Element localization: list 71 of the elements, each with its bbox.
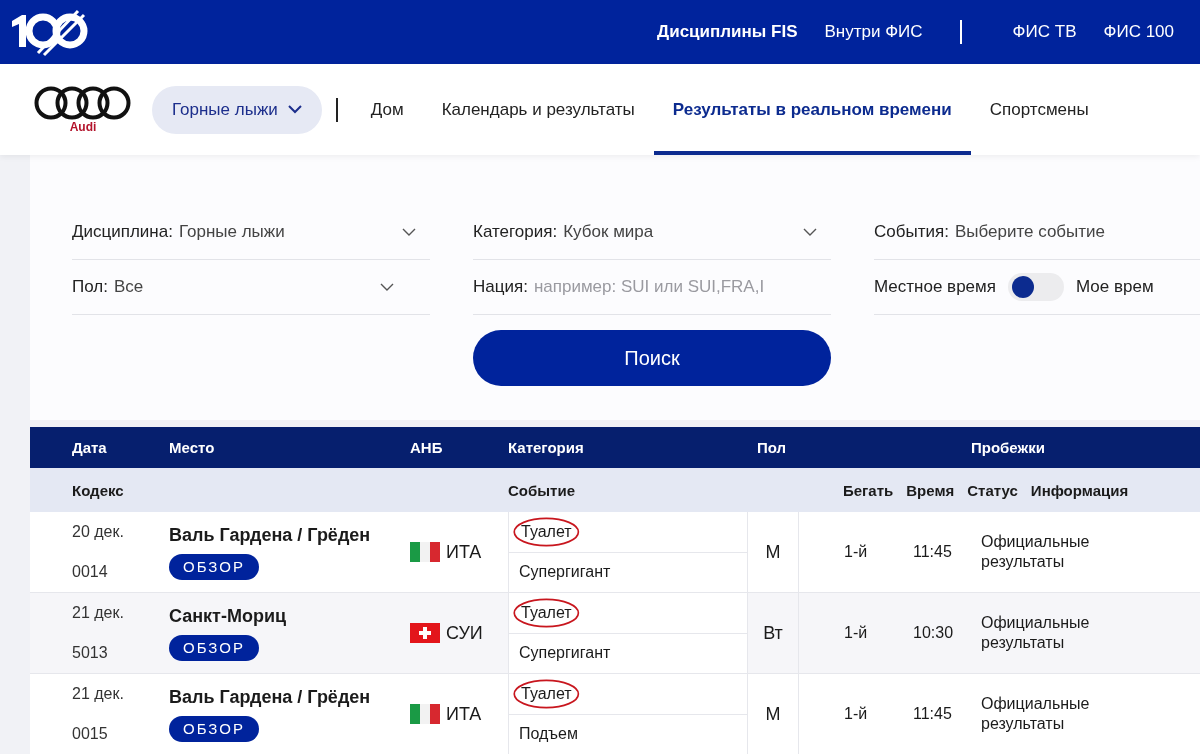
- event-cell: Супергигант: [519, 644, 611, 663]
- discipline-select[interactable]: Дисциплина: Горные лыжи: [72, 205, 430, 260]
- toggle-label: Мое врем: [1075, 277, 1154, 297]
- field-label: Нация:: [473, 277, 528, 297]
- run-cell-text: 1-й: [844, 705, 869, 723]
- column-header: Место: [169, 439, 216, 456]
- run-cell-text: 1-й: [844, 624, 869, 642]
- category-cell: Туалет: [521, 603, 572, 621]
- chevron-down-icon: [402, 228, 416, 236]
- event-cell: Супергигант: [519, 563, 611, 582]
- column-header: Событие: [508, 481, 576, 499]
- flag-icon: [410, 542, 440, 562]
- column-header: Бегать: [843, 481, 894, 499]
- column-header: АНБ: [410, 439, 444, 456]
- events-select[interactable]: События: Выберите событие: [874, 205, 1200, 260]
- top-nav-link[interactable]: Дисциплины FIS: [657, 22, 798, 42]
- time-cell-text: 10:30: [913, 624, 955, 642]
- date-cell-text: 20 дек.: [72, 523, 125, 541]
- nation-code: ИТА: [446, 541, 482, 563]
- section-tab[interactable]: Дом: [351, 64, 423, 155]
- code-cell-text: 5013: [72, 644, 109, 662]
- time-cell-text: 11:45: [913, 543, 953, 561]
- top-nav-link[interactable]: ФИС 100: [1103, 22, 1174, 42]
- time-toggle[interactable]: [1007, 273, 1064, 301]
- place-name: Валь Гардена / Грёден: [169, 524, 372, 546]
- gender-select[interactable]: Пол: Все: [72, 260, 430, 315]
- column-header: Пол: [757, 439, 788, 456]
- gender-cell: М: [765, 703, 781, 725]
- event-cell: Подъем: [519, 725, 578, 744]
- chevron-down-icon: [287, 105, 302, 114]
- flag-icon: [410, 623, 440, 643]
- column-header: Категория: [508, 439, 585, 456]
- chevron-down-icon: [380, 283, 394, 291]
- nation-input-field[interactable]: например: SUI или SUI,FRA,I: [533, 277, 831, 297]
- status-cell: Официальные результаты: [981, 694, 1091, 734]
- place-name: Санкт-Мориц: [169, 605, 288, 627]
- status-cell: Официальные результаты: [981, 532, 1091, 572]
- category-cell: Туалет: [521, 522, 572, 540]
- nation-code: ИТА: [446, 703, 482, 725]
- nation-code: СУИ: [446, 622, 483, 644]
- status-cell: Официальные результаты: [981, 613, 1091, 653]
- column-header: Время: [906, 481, 955, 499]
- overview-button[interactable]: ОБЗОР: [169, 553, 259, 580]
- run-cell-text: 1-й: [844, 543, 869, 561]
- chevron-down-icon: [803, 228, 817, 236]
- column-header: Дата: [72, 439, 108, 456]
- search-button[interactable]: Поиск: [473, 330, 831, 386]
- overview-button[interactable]: ОБЗОР: [169, 715, 259, 742]
- place-name: Валь Гардена / Грёден: [169, 686, 372, 708]
- date-cell-text: 21 дек.: [72, 685, 125, 703]
- sponsor-name: Audi: [69, 119, 97, 134]
- top-nav-link[interactable]: Внутри ФИС: [824, 22, 923, 42]
- flag-icon: [410, 704, 440, 724]
- section-tab[interactable]: Календарь и результаты: [422, 64, 654, 155]
- column-header: Пробежки: [971, 439, 1045, 456]
- date-cell-text: 21 дек.: [72, 604, 125, 622]
- overview-button[interactable]: ОБЗОР: [169, 634, 259, 661]
- code-cell-text: 0014: [72, 563, 109, 581]
- column-header: Статус: [967, 481, 1018, 499]
- section-tab[interactable]: Спортсмены: [970, 64, 1108, 155]
- column-header: Кодекс: [72, 481, 125, 499]
- gender-cell: Вт: [763, 622, 783, 644]
- time-cell-text: 11:45: [913, 705, 953, 723]
- code-cell-text: 0015: [72, 725, 109, 743]
- category-select[interactable]: Категория: Кубок мира: [473, 205, 831, 260]
- gender-cell: М: [765, 541, 781, 563]
- category-cell: Туалет: [521, 684, 572, 702]
- top-nav-link[interactable]: ФИС ТВ: [1012, 22, 1077, 42]
- discipline-dropdown[interactable]: Горные лыжи: [152, 85, 322, 134]
- toggle-label: Местное время: [874, 277, 996, 297]
- column-header: Информация: [1030, 481, 1129, 499]
